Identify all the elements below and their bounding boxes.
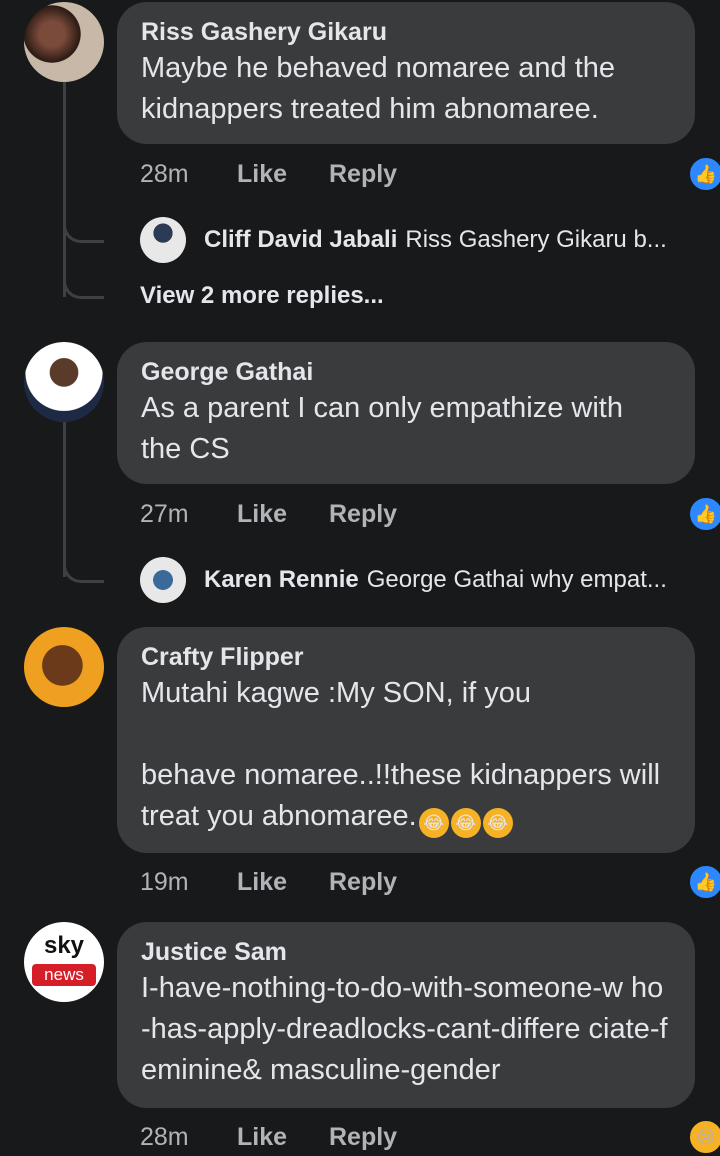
comment-bubble[interactable]: Justice Sam I-have-nothing-to-do-with-so… — [117, 922, 695, 1108]
like-button[interactable]: Like — [237, 1123, 287, 1152]
view-more-replies-link[interactable]: View 2 more replies... — [140, 282, 384, 310]
comment-actions: 28m Like Reply 30 😆 👍 — [140, 156, 720, 196]
sky-logo-text: sky — [43, 932, 85, 959]
tears-of-joy-emoji: 😂 — [482, 808, 513, 838]
comment-text: Maybe he behaved nomaree and the kidnapp… — [141, 52, 616, 125]
news-logo-text: news — [32, 964, 96, 986]
reply-avatar[interactable] — [140, 557, 186, 603]
reply-snippet: Riss Gashery Gikaru b... — [405, 226, 667, 253]
reply-button[interactable]: Reply — [329, 500, 397, 529]
reply-author[interactable]: Cliff David Jabali — [204, 226, 397, 254]
reply-button[interactable]: Reply — [329, 1123, 397, 1152]
avatar[interactable] — [24, 2, 104, 82]
comment-time[interactable]: 28m — [140, 160, 189, 189]
comment-bubble[interactable]: Crafty Flipper Mutahi kagwe :My SON, if … — [117, 627, 695, 853]
reply-button[interactable]: Reply — [329, 160, 397, 189]
reply-author[interactable]: Karen Rennie — [204, 566, 359, 594]
reply-branch — [63, 552, 104, 583]
comment-author[interactable]: Riss Gashery Gikaru — [141, 16, 671, 48]
tears-of-joy-emoji: 😂 — [418, 808, 449, 838]
avatar[interactable] — [24, 627, 104, 707]
comment-text: As a parent I can only empathize with th… — [141, 392, 623, 465]
reply-snippet: George Gathai why empat... — [366, 566, 667, 593]
reply-button[interactable]: Reply — [329, 868, 397, 897]
comment-bubble[interactable]: George Gathai As a parent I can only emp… — [117, 342, 695, 484]
comment-text: I-have-nothing-to-do-with-someone-w ho-h… — [141, 972, 668, 1086]
comment-bubble[interactable]: Riss Gashery Gikaru Maybe he behaved nom… — [117, 2, 695, 144]
reply-preview[interactable]: Karen Rennie George Gathai why empat... — [140, 556, 667, 604]
comment-actions: 19m Like Reply 1 👍 — [140, 864, 720, 904]
tears-of-joy-emoji: 😂 — [450, 808, 481, 838]
thread-line — [63, 82, 66, 297]
avatar[interactable] — [24, 342, 104, 422]
like-button[interactable]: Like — [237, 500, 287, 529]
comment-author[interactable]: Justice Sam — [141, 936, 671, 968]
like-reaction-icon: 👍 — [688, 496, 720, 532]
comment-author[interactable]: Crafty Flipper — [141, 641, 671, 673]
sad-reaction-icon: 😢 — [688, 1119, 720, 1155]
comment-time[interactable]: 19m — [140, 868, 189, 897]
comment-actions: 28m Like Reply 6 😆 👍 😢 — [140, 1119, 720, 1156]
avatar[interactable]: sky news — [24, 922, 104, 1002]
like-button[interactable]: Like — [237, 868, 287, 897]
comment-time[interactable]: 27m — [140, 500, 189, 529]
reply-avatar[interactable] — [140, 217, 186, 263]
comment-text-body: Mutahi kagwe :My SON, if you behave noma… — [141, 677, 661, 832]
like-button[interactable]: Like — [237, 160, 287, 189]
comment-actions: 27m Like Reply 2 👍 — [140, 496, 720, 536]
more-replies-branch — [63, 268, 104, 299]
reply-preview[interactable]: Cliff David Jabali Riss Gashery Gikaru b… — [140, 216, 667, 264]
reply-branch — [63, 212, 104, 243]
like-reaction-icon: 👍 — [688, 864, 720, 900]
comment-time[interactable]: 28m — [140, 1123, 189, 1152]
like-reaction-icon: 👍 — [688, 156, 720, 192]
comment-text: Mutahi kagwe :My SON, if you behave noma… — [141, 673, 671, 838]
comment-author[interactable]: George Gathai — [141, 356, 671, 388]
